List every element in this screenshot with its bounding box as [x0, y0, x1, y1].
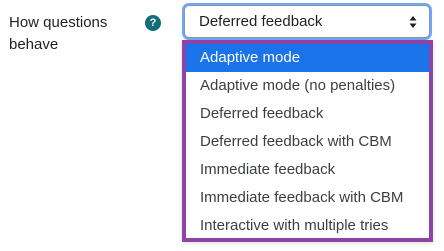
question-behaviour-setting: How questions behave ? Deferred feedback…	[0, 0, 444, 251]
option-adaptive-mode-no-penalties[interactable]: Adaptive mode (no penalties)	[186, 72, 429, 100]
field-label: How questions behave	[9, 14, 108, 53]
options-dropdown: Adaptive mode Adaptive mode (no penaltie…	[182, 40, 433, 242]
option-immediate-feedback[interactable]: Immediate feedback	[186, 156, 429, 184]
option-adaptive-mode[interactable]: Adaptive mode	[186, 44, 429, 72]
option-interactive-multiple-tries[interactable]: Interactive with multiple tries	[186, 212, 429, 240]
option-deferred-feedback-cbm[interactable]: Deferred feedback with CBM	[186, 128, 429, 156]
option-deferred-feedback[interactable]: Deferred feedback	[186, 100, 429, 128]
question-mark-icon[interactable]: ?	[145, 15, 161, 31]
behaviour-select[interactable]: Deferred feedback	[184, 5, 430, 38]
option-immediate-feedback-cbm[interactable]: Immediate feedback with CBM	[186, 184, 429, 212]
selected-value: Deferred feedback	[199, 13, 323, 30]
up-down-arrows-icon	[409, 15, 417, 29]
